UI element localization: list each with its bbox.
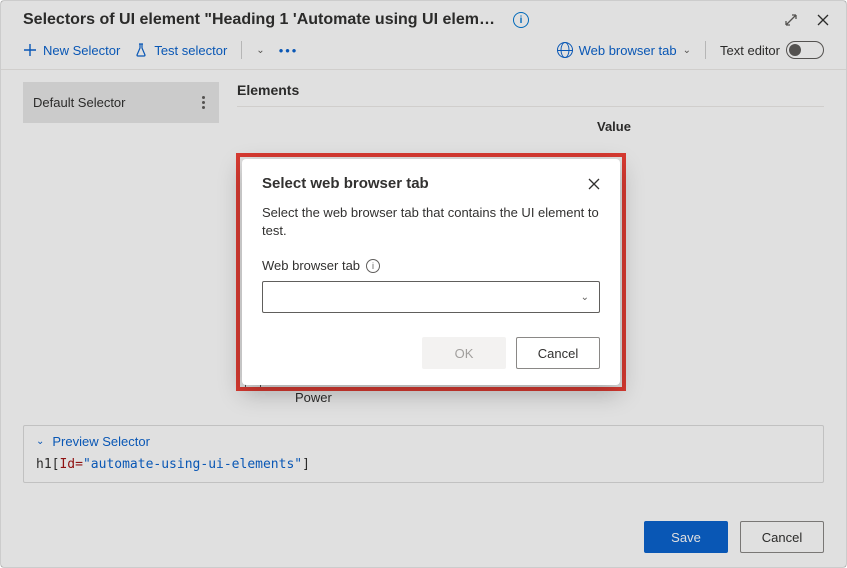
info-icon[interactable]: i <box>366 259 380 273</box>
select-browser-tab-dialog: Select web browser tab Select the web br… <box>242 159 620 385</box>
selector-builder-window: Selectors of UI element "Heading 1 'Auto… <box>0 0 847 568</box>
dialog-description: Select the web browser tab that contains… <box>262 204 600 240</box>
cancel-button[interactable]: Cancel <box>516 337 600 369</box>
ok-button: OK <box>422 337 506 369</box>
dialog-field-label: Web browser tab <box>262 258 360 273</box>
dialog-title: Select web browser tab <box>262 175 429 192</box>
web-browser-tab-select[interactable]: ⌄ <box>262 281 600 313</box>
annotation-highlight: Select web browser tab Select the web br… <box>236 153 626 391</box>
dialog-close-icon[interactable] <box>588 178 600 190</box>
chevron-down-icon: ⌄ <box>581 292 589 303</box>
